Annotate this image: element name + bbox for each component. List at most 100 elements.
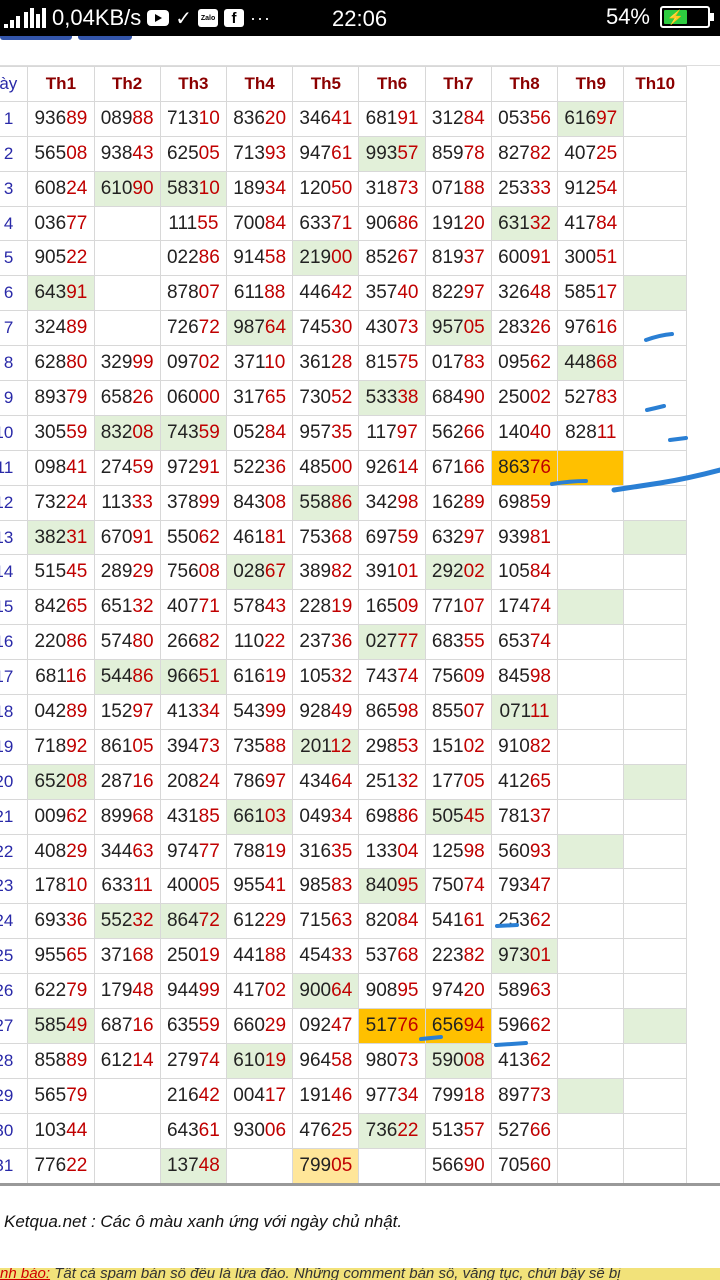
result-cell: 97734	[358, 1077, 426, 1114]
result-cell: 56579	[27, 1077, 95, 1114]
result-digits-head: 600	[498, 247, 530, 269]
result-digits-tail: 61	[331, 142, 353, 164]
result-cell: 79918	[424, 1077, 492, 1114]
result-digits-tail: 74	[529, 631, 551, 653]
tab-indicator-left[interactable]	[0, 36, 72, 40]
result-digits-head: 974	[166, 840, 199, 862]
result-cell: 29853	[358, 728, 426, 765]
result-cell: 32489	[27, 310, 95, 347]
result-digits-tail: 97	[396, 421, 418, 443]
result-digits-tail: 31	[66, 526, 88, 548]
result-cell: 45433	[292, 938, 360, 975]
result-digits-tail: 24	[66, 491, 88, 513]
result-cell: 91254	[557, 170, 625, 207]
result-digits-head: 417	[233, 980, 265, 1002]
result-digits-tail: 41	[264, 875, 287, 897]
result-digits-tail: 99	[198, 980, 220, 1002]
result-cell: 25002	[490, 380, 559, 416]
tab-indicator-right[interactable]	[78, 36, 132, 40]
result-cell: 68716	[93, 1008, 161, 1044]
result-cell: 16509	[358, 589, 426, 626]
warning-label: nh báo:	[0, 1268, 51, 1280]
result-digits-head: 361	[299, 352, 332, 374]
result-digits-head: 713	[233, 142, 265, 164]
result-digits-tail: 34	[264, 177, 287, 199]
result-cell: 01783	[424, 345, 492, 382]
result-digits-tail: 86	[397, 805, 419, 827]
result-cell: 98583	[292, 868, 360, 905]
result-digits-tail: 74	[198, 1049, 220, 1071]
result-cell	[623, 1042, 687, 1079]
result-cell: 97301	[490, 938, 559, 975]
result-digits-tail: 89	[463, 491, 485, 513]
day-label: 7	[0, 310, 29, 347]
result-digits-head: 993	[365, 142, 398, 164]
result-digits-head: 216	[166, 1084, 199, 1106]
result-digits-tail: 09	[397, 596, 419, 618]
result-digits-tail: 58	[331, 1049, 353, 1071]
result-digits-head: 713	[166, 107, 199, 129]
result-digits-head: 053	[498, 107, 530, 129]
result-digits-tail: 28	[331, 352, 353, 374]
result-cell: 63311	[93, 868, 161, 905]
result-digits-tail: 83	[331, 875, 353, 897]
header-th4: Th4	[225, 66, 294, 102]
result-digits-tail: 59	[529, 491, 551, 513]
result-digits-tail: 91	[198, 456, 220, 478]
result-digits-tail: 38	[397, 386, 419, 408]
result-cell: 62880	[27, 345, 95, 382]
result-digits-tail: 16	[132, 770, 154, 792]
result-digits-head: 828	[565, 421, 597, 443]
day-label: 30	[0, 1112, 29, 1149]
result-cell: 73224	[27, 484, 95, 521]
result-digits-tail: 08	[264, 491, 287, 513]
result-cell: 91082	[490, 728, 559, 765]
result-cell: 32648	[490, 275, 559, 312]
result-digits-tail: 52	[331, 386, 353, 408]
warning-banner: nh báo: Tất cả spam bán số đều là lừa đả…	[0, 1268, 720, 1280]
result-digits-head: 036	[34, 212, 67, 234]
result-cell: 65132	[93, 589, 161, 626]
result-cell	[93, 310, 161, 347]
result-digits-head: 560	[498, 840, 530, 862]
result-cell	[623, 310, 687, 347]
result-cell	[623, 484, 687, 521]
result-digits-tail: 86	[198, 247, 220, 269]
result-cell: 77107	[424, 589, 492, 626]
result-cell: 55232	[93, 903, 161, 940]
result-digits-head: 743	[166, 421, 199, 443]
result-cell: 09702	[159, 345, 228, 382]
result-digits-head: 966	[166, 666, 199, 688]
result-digits-head: 670	[100, 526, 133, 548]
result-digits-head: 049	[299, 805, 332, 827]
result-cell: 79347	[490, 868, 559, 905]
result-cell: 82782	[490, 135, 559, 172]
day-label: 27	[0, 1008, 29, 1044]
result-digits-tail: 89	[66, 107, 88, 129]
result-digits-tail: 82	[198, 631, 220, 653]
result-digits-tail: 77	[397, 631, 419, 653]
result-digits-tail: 36	[331, 631, 353, 653]
result-cell	[623, 763, 687, 800]
result-cell: 31765	[225, 380, 294, 416]
result-cell: 81575	[358, 345, 426, 382]
result-digits-head: 631	[498, 212, 530, 234]
result-cell: 19146	[292, 1077, 360, 1114]
result-digits-tail: 25	[331, 1119, 353, 1141]
result-cell: 64361	[159, 1112, 228, 1149]
result-digits-head: 208	[166, 770, 199, 792]
result-digits-head: 344	[100, 840, 133, 862]
result-cell	[557, 1147, 625, 1184]
result-cell: 84265	[27, 589, 95, 626]
header-th9: Th9	[557, 66, 625, 102]
table-row: 8 62880 32999 09702 37110 36128 81575 01783 0956…	[0, 345, 687, 382]
result-cell: 14040	[490, 414, 559, 451]
result-digits-head: 298	[365, 735, 398, 757]
result-digits-head: 317	[233, 386, 265, 408]
result-cell	[623, 519, 687, 556]
result-cell: 60091	[490, 240, 559, 277]
table-row: 2758549687166355966029092475177665694596…	[0, 1008, 687, 1044]
table-body: 1 93689 08988 71310 83620 34641 68191 31284 0535…	[0, 100, 687, 1184]
result-cell: 64391	[27, 275, 95, 312]
result-digits-tail: 59	[132, 456, 154, 478]
